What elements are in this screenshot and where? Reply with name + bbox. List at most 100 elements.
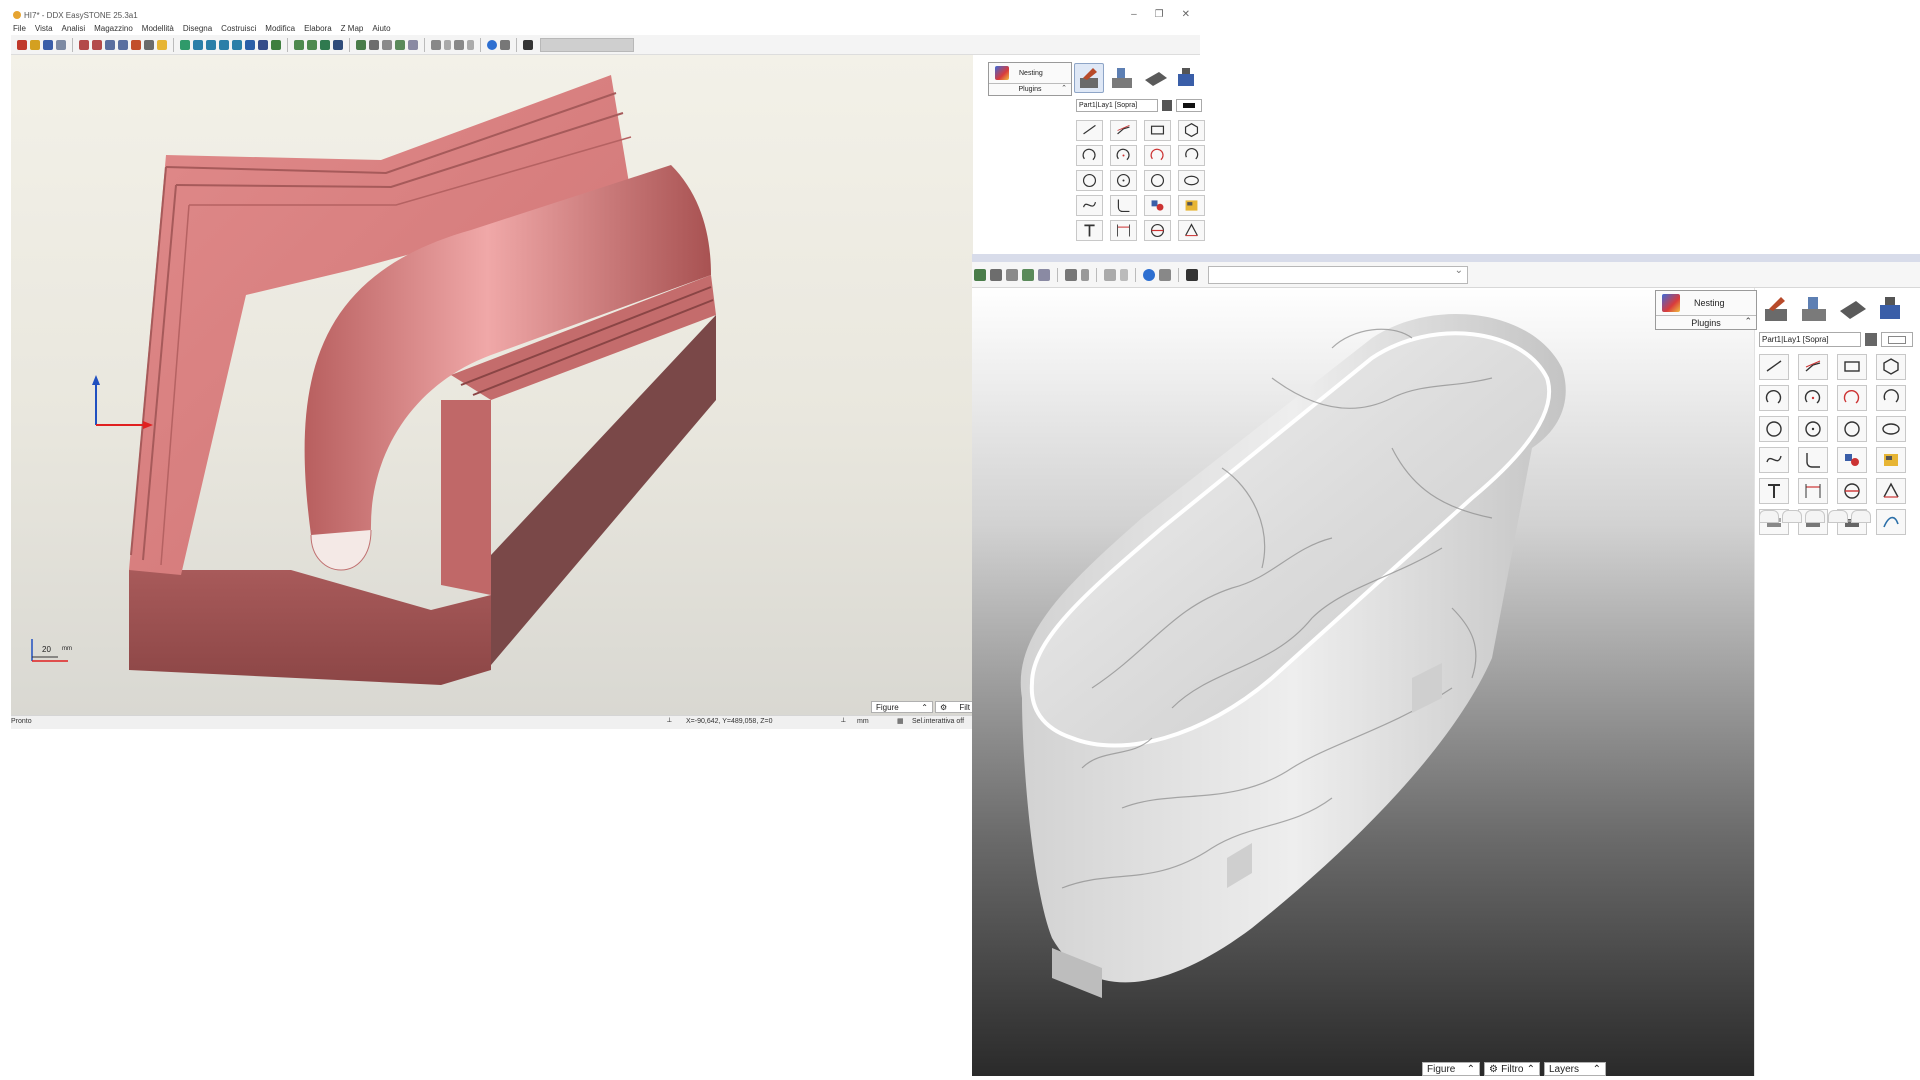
- cutting-tool-icon[interactable]: [1107, 63, 1137, 93]
- subtab-curve-icon[interactable]: [1759, 510, 1779, 523]
- view-iso-icon[interactable]: [219, 39, 229, 50]
- minimize-icon[interactable]: –: [1131, 9, 1137, 20]
- shade-solid-icon[interactable]: [320, 39, 330, 50]
- menu-analisi[interactable]: Analisi: [62, 24, 86, 33]
- spline-icon[interactable]: [1076, 195, 1103, 216]
- car-icon[interactable]: [369, 39, 379, 50]
- section-icon[interactable]: [1144, 220, 1171, 241]
- rectangle-icon[interactable]: [1837, 354, 1867, 380]
- viewport-3d[interactable]: 20 mm Figure ⌃ ⚙ Filt: [11, 55, 973, 715]
- rectangle-icon[interactable]: [1144, 120, 1171, 141]
- mail-icon[interactable]: [1159, 268, 1171, 281]
- angle-icon[interactable]: [382, 39, 392, 50]
- filter-dropdown[interactable]: ⚙ Filtro ⌃: [1484, 1062, 1540, 1076]
- circle-icon[interactable]: [1759, 416, 1789, 442]
- view-side-icon[interactable]: [206, 39, 216, 50]
- nesting-button[interactable]: Nesting Plugins: [1655, 290, 1757, 330]
- menu-vista[interactable]: Vista: [35, 24, 53, 33]
- text-icon[interactable]: [1076, 220, 1103, 241]
- figure-dropdown[interactable]: Figure ⌃: [871, 701, 933, 713]
- shapes-icon[interactable]: [1837, 447, 1867, 473]
- close-icon[interactable]: ✕: [1182, 9, 1190, 20]
- layers-dropdown[interactable]: Layers ⌃: [1544, 1062, 1606, 1076]
- shade-wire-icon[interactable]: [294, 39, 304, 50]
- color-combo[interactable]: [1881, 332, 1913, 347]
- polygon-icon[interactable]: [1876, 354, 1906, 380]
- library-icon[interactable]: [1178, 195, 1205, 216]
- save-icon[interactable]: [43, 39, 53, 50]
- layer-combo[interactable]: Part1|Lay1 [Sopra]: [1759, 332, 1861, 347]
- dimension-icon[interactable]: [1110, 220, 1137, 241]
- circle-3pt-icon[interactable]: [1144, 170, 1171, 191]
- arc-center-icon[interactable]: [1798, 385, 1828, 411]
- redo-icon[interactable]: [454, 39, 464, 50]
- polyline-icon[interactable]: [1110, 120, 1137, 141]
- circle-3pt-icon[interactable]: [1837, 416, 1867, 442]
- view-back-icon[interactable]: [232, 39, 242, 50]
- filter-dropdown[interactable]: ⚙ Filt: [935, 701, 973, 713]
- info-icon[interactable]: [1143, 268, 1155, 281]
- help-icon[interactable]: [523, 39, 533, 50]
- menu-disegna[interactable]: Disegna: [183, 24, 212, 33]
- menu-aiuto[interactable]: Aiuto: [372, 24, 390, 33]
- menu-elabora[interactable]: Elabora: [304, 24, 332, 33]
- zoom-all-icon[interactable]: [118, 39, 128, 50]
- fillet-icon[interactable]: [1110, 195, 1137, 216]
- tools-icon[interactable]: [395, 39, 405, 50]
- shapes-icon[interactable]: [1144, 195, 1171, 216]
- line-icon[interactable]: [1759, 354, 1789, 380]
- slab-tool-icon[interactable]: [1140, 63, 1170, 93]
- view-bottom-icon[interactable]: [245, 39, 255, 50]
- undo-dropdown-icon[interactable]: [444, 39, 451, 50]
- filter-icon[interactable]: [1865, 333, 1877, 346]
- redo-dropdown-icon[interactable]: [467, 39, 474, 50]
- view-front-icon[interactable]: [193, 39, 203, 50]
- circle-icon[interactable]: [1076, 170, 1103, 191]
- menu-file[interactable]: File: [13, 24, 26, 33]
- nesting-button[interactable]: Nesting Plugins: [988, 62, 1072, 96]
- menu-costruisci[interactable]: Costruisci: [221, 24, 256, 33]
- redo-dropdown-icon[interactable]: [1120, 268, 1128, 281]
- measure-icon[interactable]: [356, 39, 366, 50]
- circle-center-icon[interactable]: [1110, 170, 1137, 191]
- redraw-icon[interactable]: [144, 39, 154, 50]
- arc-3pt-icon[interactable]: [1876, 385, 1906, 411]
- menu-magazzino[interactable]: Magazzino: [94, 24, 133, 33]
- undo-icon[interactable]: [1065, 268, 1077, 281]
- color-combo[interactable]: [1176, 99, 1202, 112]
- machine-tool-icon[interactable]: [1873, 292, 1907, 326]
- engrave-tool-icon[interactable]: [1759, 292, 1793, 326]
- circle-center-icon[interactable]: [1798, 416, 1828, 442]
- figure-dropdown[interactable]: Figure ⌃: [1422, 1062, 1480, 1076]
- sweep-icon[interactable]: [1876, 509, 1906, 535]
- print-icon[interactable]: [56, 39, 66, 50]
- ellipse-icon[interactable]: [1178, 170, 1205, 191]
- view-3d-icon[interactable]: [258, 39, 268, 50]
- light-icon[interactable]: [157, 39, 167, 50]
- angle-tool-icon[interactable]: [1178, 220, 1205, 241]
- subtab-leaf-icon[interactable]: [1782, 510, 1802, 523]
- zoom-in-icon[interactable]: [92, 39, 102, 50]
- filter-icon[interactable]: [1162, 100, 1172, 111]
- machine-tool-icon[interactable]: [1171, 63, 1201, 93]
- subtab-text-icon[interactable]: [1828, 510, 1848, 523]
- zoom-window-icon[interactable]: [79, 39, 89, 50]
- command-combo[interactable]: [540, 37, 634, 52]
- library-icon[interactable]: [1876, 447, 1906, 473]
- shade-hidden-icon[interactable]: [307, 39, 317, 50]
- new-file-icon[interactable]: [17, 39, 27, 50]
- measure-icon[interactable]: [974, 268, 986, 281]
- report-icon[interactable]: [408, 39, 418, 50]
- arc-tangent-icon[interactable]: [1144, 145, 1171, 166]
- plugins-dropdown[interactable]: Plugins: [989, 84, 1071, 95]
- help-icon[interactable]: [1186, 268, 1198, 281]
- fillet-icon[interactable]: [1798, 447, 1828, 473]
- arc-icon[interactable]: [1076, 145, 1103, 166]
- undo-icon[interactable]: [431, 39, 441, 50]
- polygon-icon[interactable]: [1178, 120, 1205, 141]
- section-icon[interactable]: [1837, 478, 1867, 504]
- arc-icon[interactable]: [1759, 385, 1789, 411]
- info-icon[interactable]: [487, 39, 497, 50]
- restore-icon[interactable]: ❐: [1155, 9, 1164, 20]
- arc-center-icon[interactable]: [1110, 145, 1137, 166]
